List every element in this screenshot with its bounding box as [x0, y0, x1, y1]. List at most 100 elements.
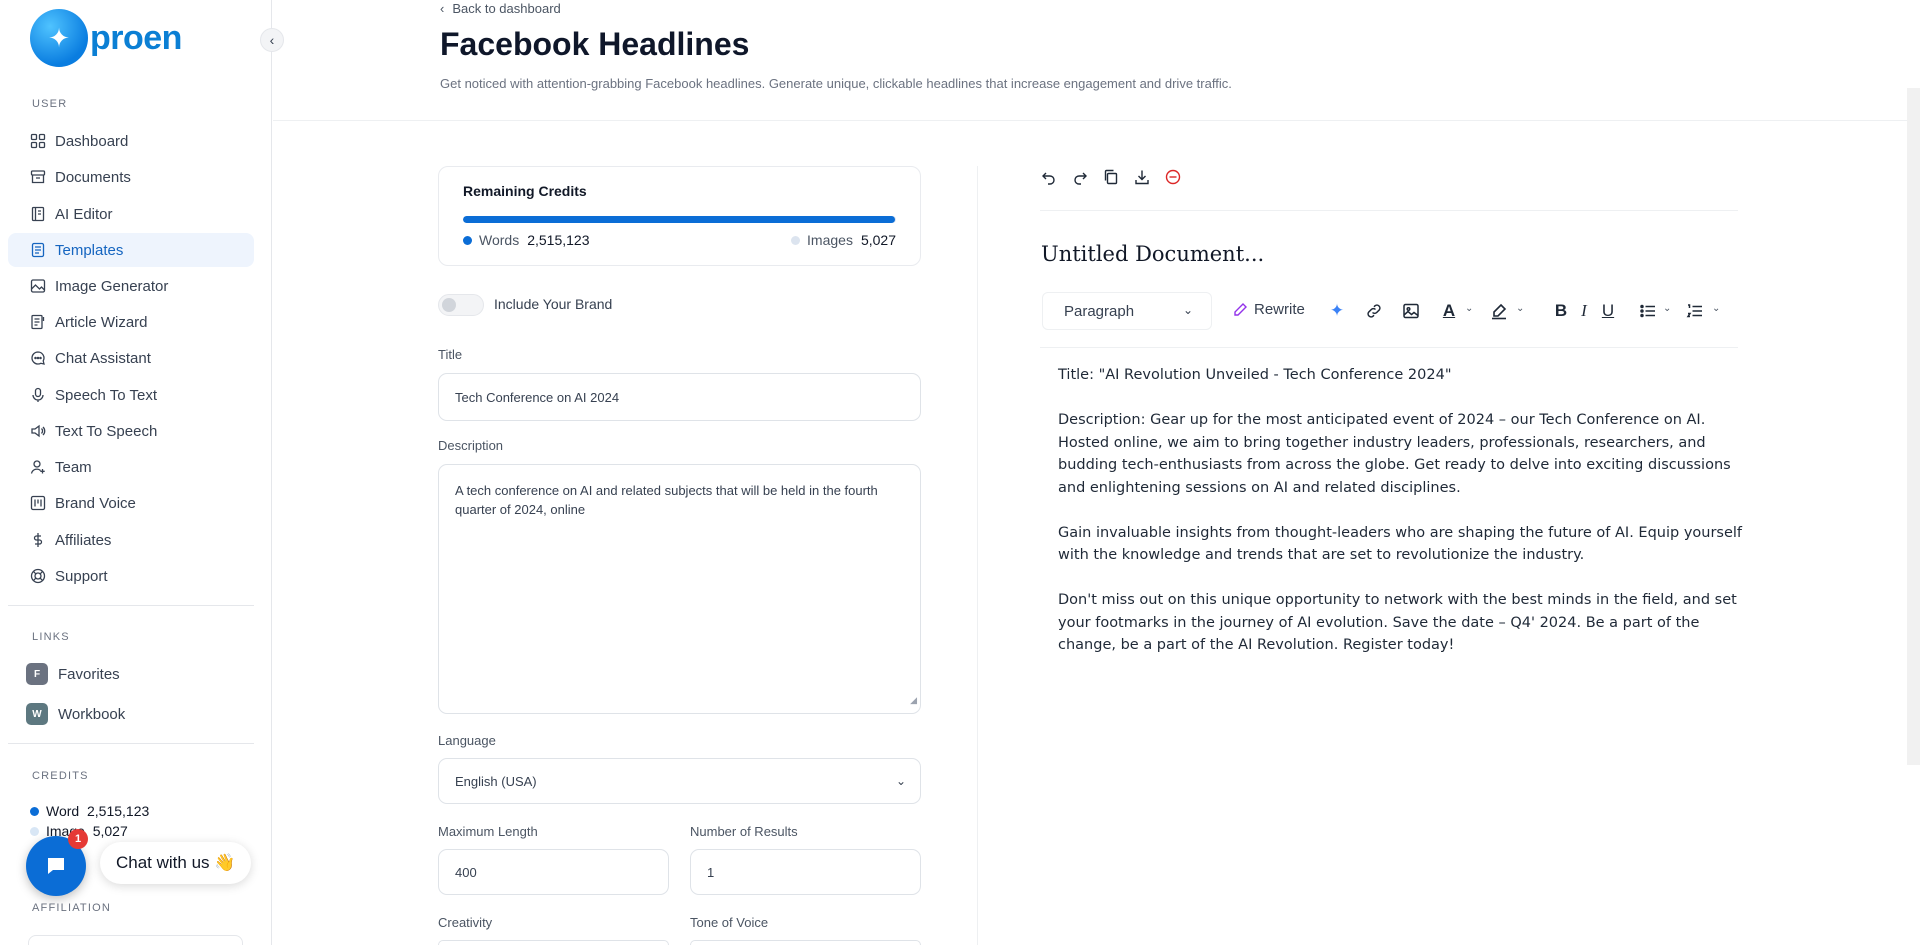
- toggle-knob: [442, 298, 456, 312]
- num-results-label: Number of Results: [690, 824, 798, 839]
- link-label: Favorites: [58, 665, 120, 683]
- tone-label: Tone of Voice: [690, 915, 769, 930]
- format-toolbar: Paragraph ⌄ Rewrite ✦ A ⌄ ⌄ B I U ⌄ ⌄: [1040, 290, 1738, 348]
- creativity-label: Creativity: [438, 915, 493, 930]
- section-label-credits: CREDITS: [32, 770, 89, 782]
- words-value: 2,515,123: [527, 232, 590, 248]
- undo-icon[interactable]: [1040, 168, 1058, 186]
- language-label: Language: [438, 733, 496, 748]
- mic-icon: [30, 387, 46, 403]
- text-color-icon[interactable]: A: [1438, 300, 1460, 322]
- logo-sparkle-icon: ✦: [30, 9, 88, 67]
- bold-icon[interactable]: B: [1550, 300, 1572, 322]
- chat-bubble-icon: [48, 858, 64, 874]
- tone-select[interactable]: [690, 940, 921, 945]
- brand-name: proen: [90, 18, 182, 57]
- include-brand-label: Include Your Brand: [494, 296, 613, 312]
- credits-images: Images 5,027: [791, 232, 896, 248]
- sidebar-item-label: Support: [55, 567, 108, 585]
- sidebar-item-documents[interactable]: Documents: [8, 160, 254, 194]
- sidebar-item-label: Article Wizard: [55, 313, 148, 331]
- creativity-select[interactable]: [438, 940, 669, 945]
- back-to-dashboard-link[interactable]: ‹ Back to dashboard: [440, 1, 561, 16]
- paragraph-select[interactable]: Paragraph ⌄: [1042, 292, 1212, 330]
- download-icon[interactable]: [1133, 168, 1151, 186]
- chevron-down-icon[interactable]: ⌄: [1465, 303, 1473, 314]
- collapse-sidebar-button[interactable]: ‹: [260, 28, 284, 52]
- image-icon: [30, 278, 46, 294]
- insert-image-icon[interactable]: [1400, 300, 1422, 322]
- sidebar-item-image-generator[interactable]: Image Generator: [8, 269, 254, 303]
- credit-value: 5,027: [92, 823, 128, 839]
- numbered-list-icon[interactable]: [1684, 300, 1706, 322]
- delete-icon[interactable]: [1164, 168, 1182, 186]
- content-paragraph: Don't miss out on this unique opportunit…: [1058, 592, 1737, 653]
- images-value: 5,027: [860, 232, 896, 248]
- sidebar-item-affiliates[interactable]: Affiliates: [8, 523, 254, 557]
- words-label: Words: [479, 232, 520, 248]
- language-select[interactable]: English (USA) ⌄: [438, 758, 921, 804]
- link-favorites[interactable]: F Favorites: [26, 663, 120, 685]
- redo-icon[interactable]: [1071, 168, 1089, 186]
- credits-progress-bar: [463, 216, 896, 223]
- sidebar-item-brand-voice[interactable]: Brand Voice: [8, 486, 254, 520]
- paragraph-value: Paragraph: [1064, 302, 1135, 320]
- sidebar-item-article-wizard[interactable]: Article Wizard: [8, 305, 254, 339]
- editor-toolbar: [1040, 168, 1195, 186]
- bullet-list-icon[interactable]: [1637, 300, 1659, 322]
- dollar-icon: [30, 532, 46, 548]
- credit-row-word: Word 2,515,123: [30, 803, 149, 819]
- underline-icon[interactable]: U: [1597, 300, 1619, 322]
- max-length-input[interactable]: 400: [438, 849, 669, 895]
- sidebar-item-templates[interactable]: Templates: [8, 233, 254, 267]
- sidebar: ✦ proen USER Dashboard Documents AI Edit…: [0, 0, 272, 945]
- sidebar-item-team[interactable]: Team: [8, 450, 254, 484]
- credit-label: Word: [46, 803, 80, 819]
- link-workbook[interactable]: W Workbook: [26, 703, 125, 725]
- speaker-icon: [30, 423, 46, 439]
- sidebar-divider: [8, 605, 254, 606]
- editor-content[interactable]: Title: "AI Revolution Unveiled - Tech Co…: [1058, 364, 1748, 679]
- affiliation-box[interactable]: [28, 935, 243, 945]
- chevron-down-icon[interactable]: ⌄: [1516, 303, 1524, 314]
- sidebar-item-dashboard[interactable]: Dashboard: [8, 124, 254, 158]
- sidebar-item-label: Documents: [55, 168, 131, 186]
- title-input[interactable]: Tech Conference on AI 2024: [438, 373, 921, 421]
- max-length-label: Maximum Length: [438, 824, 538, 839]
- description-textarea[interactable]: A tech conference on AI and related subj…: [438, 464, 921, 714]
- sidebar-item-label: Image Generator: [55, 277, 169, 295]
- highlighter-icon[interactable]: [1488, 300, 1510, 322]
- editor-divider: [1040, 210, 1738, 211]
- sidebar-item-speech-to-text[interactable]: Speech To Text: [8, 378, 254, 412]
- pen-icon: [1234, 302, 1247, 316]
- sidebar-item-text-to-speech[interactable]: Text To Speech: [8, 414, 254, 448]
- include-brand-toggle[interactable]: [438, 294, 484, 316]
- sidebar-item-ai-editor[interactable]: AI Editor: [8, 197, 254, 231]
- italic-icon[interactable]: I: [1573, 300, 1595, 322]
- rewrite-button[interactable]: Rewrite: [1232, 301, 1305, 318]
- sidebar-item-label: Dashboard: [55, 132, 129, 150]
- word-dot-icon: [30, 806, 39, 816]
- logo[interactable]: ✦ proen: [30, 9, 182, 67]
- num-results-input[interactable]: 1: [690, 849, 921, 895]
- notebook-icon: [30, 206, 46, 222]
- sidebar-item-chat-assistant[interactable]: Chat Assistant: [8, 341, 254, 375]
- page-scrollbar[interactable]: [1907, 88, 1920, 765]
- page-description: Get noticed with attention-grabbing Face…: [440, 76, 1232, 91]
- chat-with-us-label[interactable]: Chat with us 👋: [100, 842, 252, 884]
- document-title[interactable]: Untitled Document...: [1041, 242, 1264, 266]
- sidebar-item-label: Speech To Text: [55, 386, 158, 404]
- header-divider: [273, 120, 1920, 121]
- section-label-affiliation: AFFILIATION: [32, 902, 112, 914]
- sidebar-item-support[interactable]: Support: [8, 559, 254, 593]
- ai-sparkle-icon[interactable]: ✦: [1326, 300, 1348, 322]
- link-icon[interactable]: [1363, 300, 1385, 322]
- chevron-down-icon[interactable]: ⌄: [1712, 303, 1720, 314]
- remaining-credits-card: Remaining Credits Words 2,515,123 Images…: [438, 166, 921, 266]
- sidebar-item-label: Templates: [55, 241, 124, 259]
- sidebar-item-label: Team: [55, 458, 92, 476]
- resize-handle-icon[interactable]: ◢: [910, 691, 917, 710]
- copy-icon[interactable]: [1102, 168, 1120, 186]
- chevron-down-icon[interactable]: ⌄: [1663, 303, 1671, 314]
- wizard-icon: [30, 314, 46, 330]
